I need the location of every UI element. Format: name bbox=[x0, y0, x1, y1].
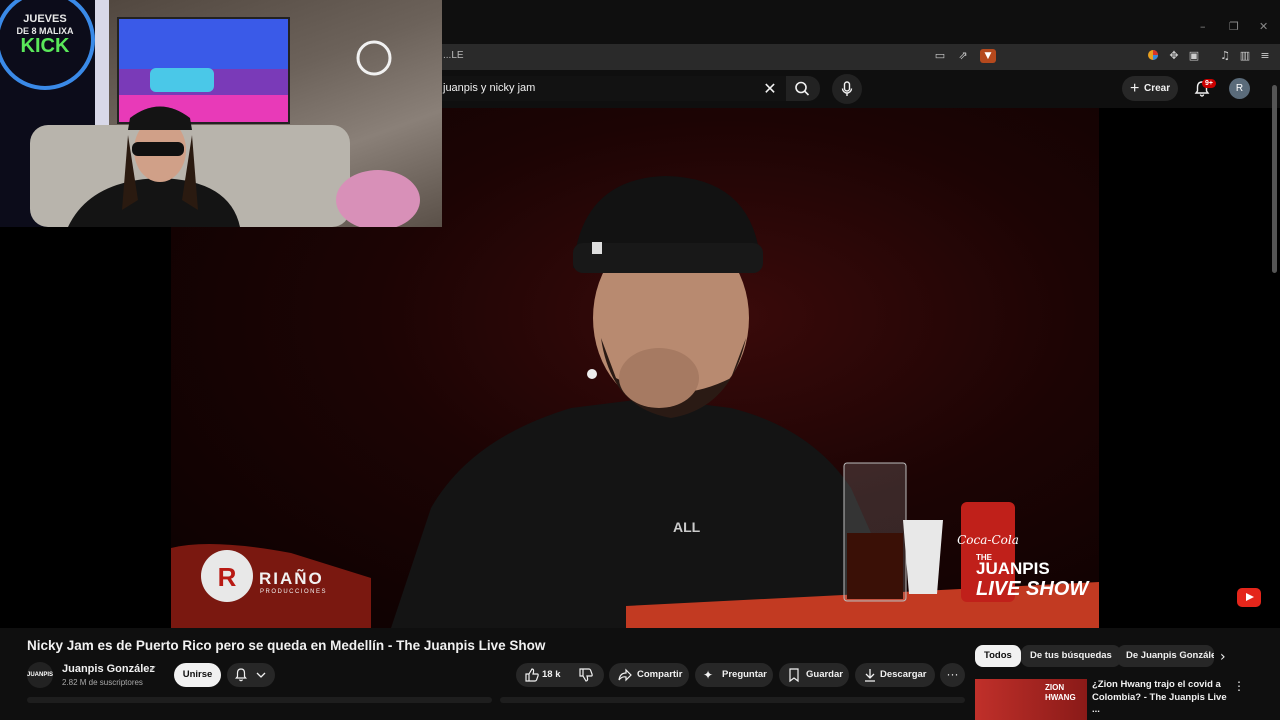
like-count[interactable]: 18 k bbox=[542, 663, 561, 687]
cast-icon[interactable]: ▭ bbox=[933, 49, 947, 63]
extension-color-icon[interactable] bbox=[1146, 49, 1160, 63]
sparkle-icon: ✦ bbox=[703, 668, 714, 682]
voice-search-button[interactable] bbox=[832, 74, 862, 104]
save-label: Guardar bbox=[806, 669, 843, 680]
recommendation-title-line-2: Colombia? - The Juanpis Live ... bbox=[1092, 691, 1227, 716]
url-text[interactable]: ...LE bbox=[443, 50, 464, 61]
share-icon bbox=[617, 663, 633, 697]
subscriber-count: 2.82 M de suscriptores bbox=[62, 678, 143, 687]
plus-icon: + bbox=[1130, 80, 1140, 97]
search-icon bbox=[795, 81, 810, 96]
riano-logo-mark: R bbox=[218, 562, 237, 592]
like-icon[interactable] bbox=[524, 663, 540, 697]
download-button[interactable]: Descargar bbox=[855, 663, 935, 687]
save-button[interactable]: Guardar bbox=[779, 663, 849, 687]
recommendation-title[interactable]: ¿Zion Hwang trajo el covid a Colombia? -… bbox=[1092, 679, 1232, 717]
user-avatar[interactable]: R bbox=[1229, 78, 1250, 99]
like-dislike-group: 18 k bbox=[516, 663, 604, 687]
microphone-icon bbox=[841, 81, 853, 96]
channel-name[interactable]: Juanpis González bbox=[62, 663, 155, 675]
riano-logo-text: RIAÑO bbox=[259, 568, 324, 588]
music-icon[interactable]: ♫ bbox=[1218, 49, 1232, 63]
show-logo-juanpis: JUANPIS bbox=[976, 559, 1050, 578]
ask-label: Preguntar bbox=[722, 669, 767, 680]
verified-check-icon: ✔ bbox=[149, 664, 157, 674]
close-window-icon[interactable]: ✕ bbox=[1259, 20, 1268, 33]
channel-avatar[interactable]: JUANPIS bbox=[27, 662, 53, 688]
minimize-icon[interactable]: – bbox=[1200, 20, 1206, 33]
sign-line-3: KICK bbox=[21, 35, 70, 57]
hoodie-text: ALL bbox=[673, 519, 701, 535]
share-label: Compartir bbox=[637, 669, 683, 680]
webcam-overlay: JUEVES DE 8 MALIXA KICK bbox=[0, 0, 442, 227]
ask-button[interactable]: ✦ Preguntar bbox=[695, 663, 773, 687]
thumbnail-text: ZION HWANG bbox=[1045, 683, 1076, 702]
join-button[interactable]: Unirse bbox=[174, 663, 221, 687]
create-button[interactable]: + Crear bbox=[1122, 76, 1178, 101]
bell-dropdown-icon bbox=[235, 668, 266, 682]
sidebar-icon[interactable]: ▥ bbox=[1238, 49, 1252, 63]
menu-icon[interactable]: ≡ bbox=[1258, 49, 1272, 63]
chip-from-channel[interactable]: De Juanpis Gonzále bbox=[1117, 645, 1214, 667]
dislike-icon[interactable] bbox=[578, 663, 594, 697]
puzzle-icon[interactable]: ✥ bbox=[1167, 49, 1181, 63]
notifications-badge: 9+ bbox=[1202, 79, 1216, 88]
show-logo-liveshow: LIVE SHOW bbox=[976, 578, 1090, 600]
recommendation-menu-icon[interactable]: ⋮ bbox=[1233, 679, 1245, 693]
wallet-icon[interactable]: ▣ bbox=[1187, 49, 1201, 63]
download-label: Descargar bbox=[880, 669, 927, 680]
video-title: Nicky Jam es de Puerto Rico pero se qued… bbox=[27, 638, 546, 653]
chevron-right-icon[interactable]: › bbox=[1220, 649, 1226, 665]
sign-line-1: JUEVES bbox=[23, 13, 66, 25]
description-box-secondary[interactable] bbox=[500, 697, 965, 703]
brave-shield-icon[interactable]: ▼ bbox=[980, 49, 996, 63]
chip-from-searches[interactable]: De tus búsquedas bbox=[1021, 645, 1121, 667]
search-input[interactable]: juanpis y nicky jam bbox=[443, 82, 535, 94]
share-button[interactable]: Compartir bbox=[609, 663, 689, 687]
download-icon bbox=[863, 663, 877, 697]
recommendation-title-line-1: ¿Zion Hwang trajo el covid a bbox=[1092, 679, 1221, 690]
create-label: Crear bbox=[1144, 83, 1171, 94]
miniplayer-youtube-icon[interactable] bbox=[1237, 588, 1261, 607]
more-actions-button[interactable]: ··· bbox=[940, 663, 965, 687]
recommendation-thumbnail[interactable]: ZION HWANG bbox=[975, 679, 1087, 720]
riano-logo-sub: PRODUCCIONES bbox=[260, 589, 327, 595]
bookmark-icon bbox=[787, 663, 801, 697]
search-button[interactable] bbox=[786, 76, 820, 101]
share-page-icon[interactable]: ⇗ bbox=[956, 49, 970, 63]
subscription-bell-button[interactable] bbox=[227, 663, 275, 687]
screen: – ❐ ✕ ...LE ▭ ⇗ ▼ ✥ ▣ ♫ ▥ ≡ juanpis y ni… bbox=[0, 0, 1280, 720]
description-box[interactable] bbox=[27, 697, 492, 703]
maximize-icon[interactable]: ❐ bbox=[1229, 20, 1239, 33]
coke-can-brand: Coca-Cola bbox=[957, 533, 1019, 547]
webcam-scene: JUEVES DE 8 MALIXA KICK bbox=[0, 0, 420, 227]
clear-search-icon[interactable]: ✕ bbox=[762, 79, 778, 98]
scrollbar-thumb[interactable] bbox=[1272, 85, 1277, 273]
chip-all[interactable]: Todos bbox=[975, 645, 1021, 667]
